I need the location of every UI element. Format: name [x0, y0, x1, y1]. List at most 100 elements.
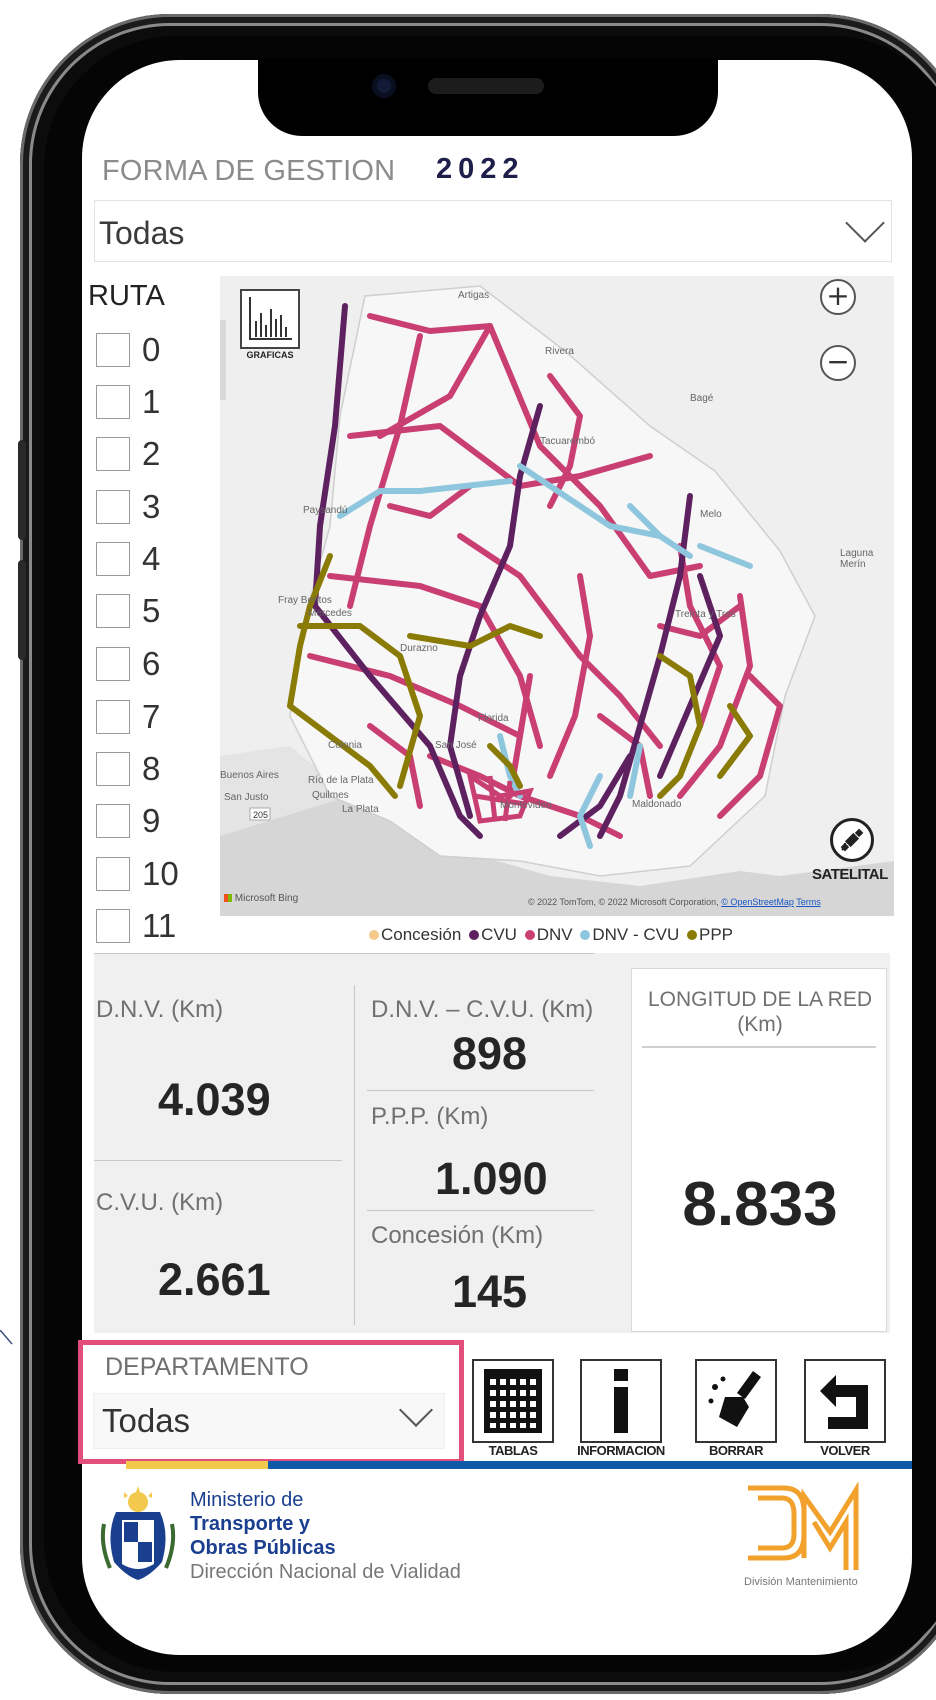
ruta-checkbox-item[interactable]: 11: [96, 906, 206, 946]
openstreetmap-link[interactable]: © OpenStreetMap: [721, 897, 794, 907]
table-icon: [484, 1369, 542, 1433]
departamento-value: Todas: [102, 1402, 191, 1439]
ruta-label: 2: [142, 435, 161, 472]
concesion-label: Concesión (Km): [371, 1222, 544, 1249]
svg-text:Rivera: Rivera: [545, 346, 574, 357]
zoom-in-button[interactable]: +: [820, 279, 856, 315]
svg-text:San José: San José: [435, 740, 477, 751]
checkbox[interactable]: [96, 700, 130, 734]
checkbox[interactable]: [96, 333, 130, 367]
svg-text:Buenos Aires: Buenos Aires: [220, 770, 279, 781]
ministry-coat-of-arms-icon: [100, 1486, 176, 1580]
dropdown-value: Todas: [99, 215, 185, 251]
ministry-name-line2: Transporte y: [190, 1513, 311, 1535]
legend-swatch-dnv-cvu: [580, 930, 591, 941]
ruta-label: 6: [142, 645, 161, 682]
division-label: División Mantenimiento: [744, 1576, 858, 1588]
division-mantenimiento-logo: [748, 1482, 859, 1570]
total-length-value: 8.833: [682, 1170, 838, 1239]
svg-text:Florida: Florida: [478, 713, 509, 724]
ruta-checkbox-item[interactable]: 2: [96, 434, 206, 474]
satellite-icon[interactable]: [830, 818, 874, 862]
road-network-map[interactable]: Artigas Rivera Bagé Tacuarembó Paysandú …: [220, 276, 894, 916]
divider: [94, 1160, 342, 1161]
ppp-value: 1.090: [435, 1153, 548, 1204]
ruta-checkbox-item[interactable]: 10: [96, 854, 206, 894]
informacion-button[interactable]: [580, 1359, 662, 1443]
ruta-label: 5: [142, 592, 161, 629]
ruta-checkbox-item[interactable]: 5: [96, 591, 206, 631]
checkbox[interactable]: [96, 385, 130, 419]
ruta-checkbox-item[interactable]: 7: [96, 697, 206, 737]
ruta-checkbox-item[interactable]: 4: [96, 539, 206, 579]
graficas-button[interactable]: [240, 289, 300, 349]
svg-text:Bagé: Bagé: [690, 393, 714, 404]
svg-text:Colonia: Colonia: [328, 740, 362, 751]
checkbox[interactable]: [96, 857, 130, 891]
departamento-label: DEPARTAMENTO: [105, 1353, 309, 1381]
dnv-cvu-label: D.N.V. – C.V.U. (Km): [371, 996, 594, 1023]
ruta-label: 11: [142, 907, 177, 944]
legend-swatch-ppp: [686, 930, 697, 941]
page-year: 2022: [436, 153, 525, 185]
svg-text:Melo: Melo: [700, 509, 722, 520]
svg-text:Treinta y Tres: Treinta y Tres: [675, 609, 736, 620]
checkbox[interactable]: [96, 490, 130, 524]
volver-button[interactable]: [804, 1359, 886, 1443]
ruta-label: 7: [142, 698, 161, 735]
divider: [367, 1090, 594, 1091]
tablas-button[interactable]: [472, 1359, 554, 1443]
svg-text:Tacuarembó: Tacuarembó: [540, 436, 595, 447]
map-copyright: © 2022 TomTom, © 2022 Microsoft Corporat…: [528, 897, 821, 907]
svg-text:Artigas: Artigas: [458, 290, 489, 301]
phone-side-button: [18, 560, 26, 660]
legend-ppp: PPP: [698, 925, 734, 944]
legend-swatch-concesion: [369, 930, 379, 941]
divider: [354, 985, 355, 1325]
borrar-button[interactable]: [695, 1359, 777, 1443]
cvu-label: C.V.U. (Km): [96, 1189, 224, 1216]
ruta-checkbox-item[interactable]: 6: [96, 644, 206, 684]
forma-gestion-dropdown[interactable]: Todas: [94, 200, 892, 262]
map-legend: Concesión CVU DNV DNV - CVU PPP: [366, 925, 733, 945]
checkbox[interactable]: [96, 542, 130, 576]
zoom-out-button[interactable]: −: [820, 345, 856, 381]
ruta-checkbox-item[interactable]: 8: [96, 749, 206, 789]
page-title: FORMA DE GESTION: [102, 155, 396, 187]
map-canvas[interactable]: Artigas Rivera Bagé Tacuarembó Paysandú …: [220, 276, 894, 916]
camera-icon: [372, 74, 396, 98]
legend-swatch-cvu: [469, 930, 480, 941]
svg-text:La Plata: La Plata: [342, 804, 379, 815]
total-length-label-line2: (Km): [737, 1013, 783, 1036]
ruta-label: 8: [142, 750, 161, 787]
total-length-card: LONGITUD DE LA RED (Km) 8.833: [631, 968, 887, 1332]
minus-icon: −: [826, 345, 850, 378]
checkbox[interactable]: [96, 437, 130, 471]
svg-text:Paysandú: Paysandú: [303, 505, 347, 516]
cvu-value: 2.661: [158, 1254, 271, 1305]
ruta-checkbox-item[interactable]: 9: [96, 801, 206, 841]
svg-text:Merín: Merín: [840, 559, 866, 570]
copyright-text: © 2022 TomTom, © 2022 Microsoft Corporat…: [528, 897, 719, 907]
total-length-label: LONGITUD DE LA RED (Km): [632, 987, 888, 1037]
checkbox[interactable]: [96, 909, 130, 943]
bing-logo: Microsoft Bing: [224, 893, 298, 904]
dnv-value: 4.039: [158, 1074, 271, 1125]
legend-concesion: Concesión: [381, 925, 462, 944]
ruta-checkbox-item[interactable]: 1: [96, 382, 206, 422]
footer-accent-bar: [268, 1461, 912, 1469]
checkbox[interactable]: [96, 804, 130, 838]
ruta-checkbox-item[interactable]: 0: [96, 330, 206, 370]
dnv-cvu-value: 898: [452, 1028, 528, 1079]
checkbox[interactable]: [96, 752, 130, 786]
departamento-dropdown[interactable]: Todas: [93, 1393, 445, 1449]
ruta-label: 10: [142, 855, 179, 892]
ruta-checkbox-item[interactable]: 3: [96, 487, 206, 527]
terms-link[interactable]: Terms: [796, 897, 821, 907]
phone-notch: [258, 58, 718, 136]
dnv-label: D.N.V. (Km): [96, 996, 224, 1023]
satellite-label[interactable]: SATELITAL: [812, 866, 888, 883]
checkbox[interactable]: [96, 594, 130, 628]
checkbox[interactable]: [96, 647, 130, 681]
ruta-label: 0: [142, 331, 161, 368]
